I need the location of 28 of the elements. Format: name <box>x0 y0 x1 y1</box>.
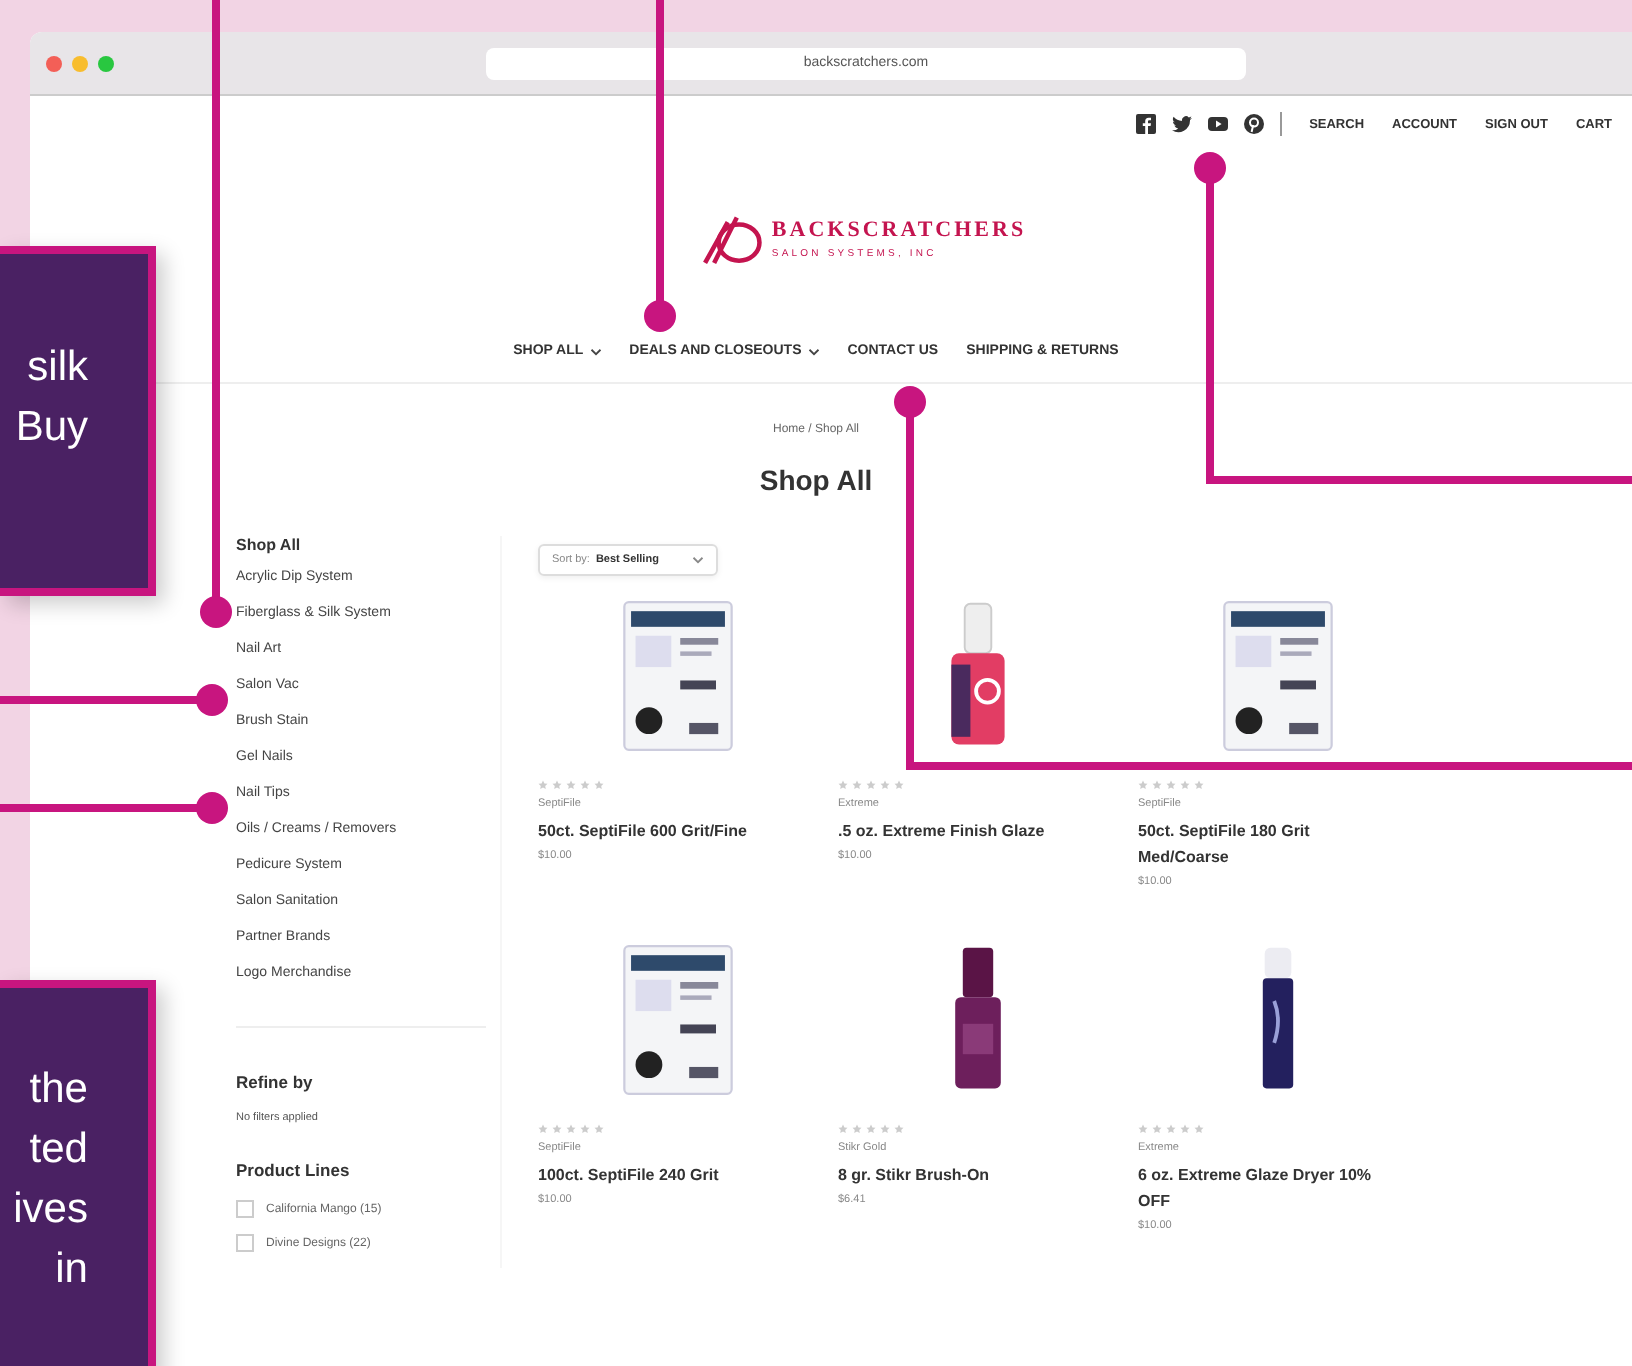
product-name[interactable]: .5 oz. Extreme Finish Glaze <box>838 818 1094 844</box>
sidebar-heading: Shop All <box>236 536 303 554</box>
callout-text: ives <box>13 1184 88 1236</box>
product-name[interactable]: 8 gr. Stikr Brush-On <box>838 1162 1094 1188</box>
callout-text: in <box>55 1244 88 1296</box>
checkbox[interactable] <box>236 1200 254 1218</box>
callout-text: silk <box>27 342 88 394</box>
product-pack-image[interactable] <box>622 600 734 752</box>
refine-heading: Refine by <box>236 1072 315 1092</box>
facebook-icon[interactable] <box>1135 114 1156 134</box>
product-pack-image[interactable] <box>1222 600 1334 752</box>
callout-text: ted <box>29 1124 88 1176</box>
youtube-icon[interactable] <box>1207 114 1228 134</box>
page-title: Shop All <box>757 464 875 496</box>
callout-text: Buy <box>15 402 88 454</box>
product-name[interactable]: 100ct. SeptiFile 240 Grit <box>538 1162 794 1188</box>
logo-name[interactable]: BACKSCRATCHERS <box>771 217 1027 241</box>
product-name[interactable]: 50ct. SeptiFile 180 Grit Med/Coarse <box>1138 818 1394 870</box>
twitter-icon[interactable] <box>1171 114 1192 134</box>
product-name[interactable]: 50ct. SeptiFile 600 Grit/Fine <box>538 818 794 844</box>
callout-text: the <box>29 1064 88 1116</box>
close-icon[interactable] <box>46 55 62 71</box>
checkbox[interactable] <box>236 1234 254 1252</box>
product-lines-heading: Product Lines <box>236 1160 352 1180</box>
pinterest-icon[interactable] <box>1243 114 1264 134</box>
product-pack-image[interactable] <box>622 944 734 1096</box>
product-name[interactable]: 6 oz. Extreme Glaze Dryer 10% OFF <box>1138 1162 1394 1214</box>
caret-icon <box>692 556 705 564</box>
